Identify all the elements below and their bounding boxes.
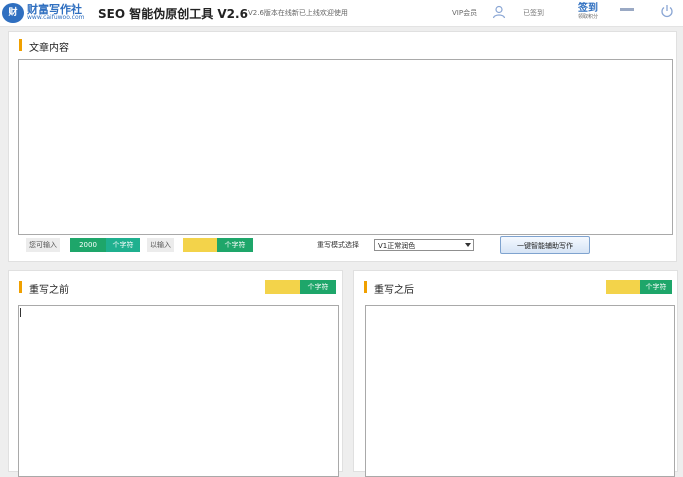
after-count-value [606,280,640,294]
entered-unit: 个字符 [217,238,253,252]
logo-icon: 财 [2,3,24,23]
chevron-down-icon [465,243,471,247]
entered-value [183,238,217,252]
before-count-unit: 个字符 [300,280,336,294]
mode-label: 重写模式选择 [317,241,359,249]
entered-label: 以输入 [147,238,174,252]
text-cursor [20,308,21,317]
before-textarea[interactable] [18,305,339,477]
notice-text: V2.6版本在线新已上线欢迎使用 [248,9,348,17]
checkin-sub-label: 领取积分 [577,14,598,20]
logo-url: www.caifuwoo.com [27,14,85,21]
section-marker [19,39,22,51]
app-title: SEO 智能伪原创工具 V2.6 [98,7,248,21]
before-panel: 重写之前 个字符 [8,270,343,477]
mode-selected-value: V1正常润色 [378,242,416,250]
vip-link[interactable]: VIP会员 [452,8,477,18]
checkin-label: 签到 [578,3,598,14]
after-count-unit: 个字符 [640,280,672,294]
mode-select[interactable]: V1正常润色 [374,239,474,251]
can-input-unit: 个字符 [106,238,140,252]
article-title: 文章内容 [29,43,69,54]
can-input-label: 您可输入 [26,238,60,252]
after-title: 重写之后 [374,285,414,296]
section-marker [364,281,367,293]
power-icon[interactable] [660,4,674,18]
article-textarea[interactable] [18,59,673,235]
user-icon[interactable] [492,5,506,19]
can-input-value: 2000 [70,238,106,252]
section-marker [19,281,22,293]
checkin-status: 已签到 [523,9,544,17]
rewrite-button[interactable]: 一键智能辅助写作 [500,236,590,254]
before-title: 重写之前 [29,285,69,296]
after-panel: 重写之后 个字符 [353,270,678,477]
title-bar: 财 财富写作社 www.caifuwoo.com SEO 智能伪原创工具 V2.… [0,0,683,27]
checkin-button[interactable]: 签到 领取积分 [572,3,604,23]
after-textarea[interactable] [365,305,675,477]
article-panel: 文章内容 您可输入 2000 个字符 以输入 个字符 重写模式选择 V1正常润色… [8,31,677,262]
before-count-value [265,280,300,294]
minimize-icon[interactable] [620,8,634,11]
